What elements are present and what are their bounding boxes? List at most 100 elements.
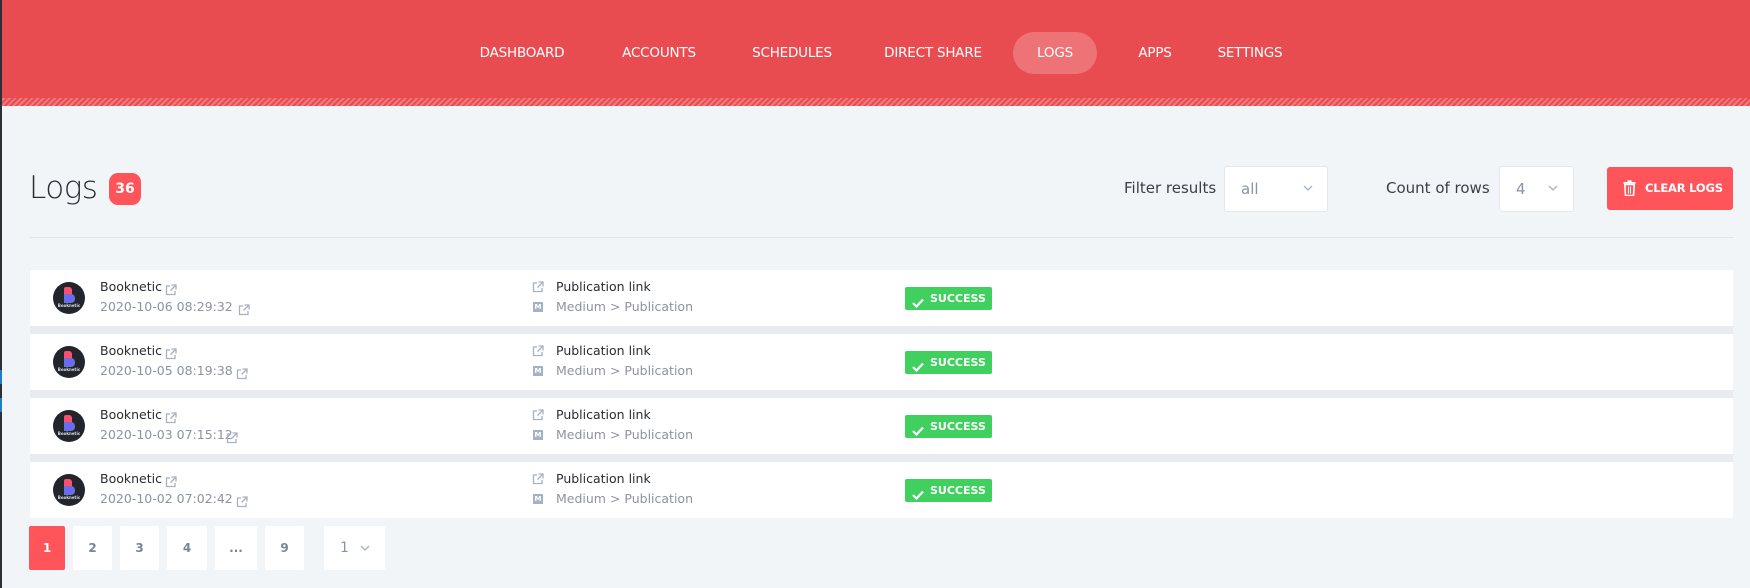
status-badge: SUCCESS xyxy=(905,351,992,374)
page-button-4[interactable]: 4 xyxy=(167,526,207,570)
page-select[interactable]: 1 xyxy=(324,526,385,570)
external-link-icon[interactable] xyxy=(236,493,248,508)
medium-icon: M xyxy=(533,430,543,440)
log-date: 2020-10-02 07:02:42 xyxy=(100,491,233,506)
filter-results-select[interactable]: all xyxy=(1224,166,1328,212)
main-nav: DASHBOARD ACCOUNTS SCHEDULES DIRECT SHAR… xyxy=(0,32,1750,74)
page-title: Logs xyxy=(29,170,98,206)
check-icon xyxy=(912,421,924,437)
account-avatar: Booknetic xyxy=(53,282,85,314)
check-icon xyxy=(912,293,924,309)
publication-source-label: Medium > Publication xyxy=(556,299,693,314)
booknetic-logo-icon-lower xyxy=(64,422,75,431)
avatar-text: Booknetic xyxy=(57,431,81,436)
external-link-icon xyxy=(532,281,544,293)
medium-icon: M xyxy=(533,366,543,376)
log-row: Booknetic Booknetic 2020-10-06 08:29:32 Pub… xyxy=(30,270,1733,326)
status-label: SUCCESS xyxy=(930,484,986,497)
header-divider xyxy=(29,237,1733,238)
row-gap xyxy=(30,326,1733,334)
booknetic-logo-icon xyxy=(64,287,72,294)
page-button-9[interactable]: 9 xyxy=(265,526,304,570)
account-avatar: Booknetic xyxy=(53,474,85,506)
account-avatar: Booknetic xyxy=(53,410,85,442)
clear-logs-button[interactable]: CLEAR LOGS xyxy=(1607,167,1733,210)
filter-results-value: all xyxy=(1241,180,1259,198)
publication-link-label[interactable]: Publication link xyxy=(556,471,651,487)
status-badge: SUCCESS xyxy=(905,415,992,438)
booknetic-logo-icon xyxy=(64,351,72,358)
log-row: Booknetic Booknetic 2020-10-02 07:02:42 Pub… xyxy=(30,462,1733,518)
external-link-icon[interactable] xyxy=(165,281,177,296)
status-badge: SUCCESS xyxy=(905,287,992,310)
status-label: SUCCESS xyxy=(930,420,986,433)
sidebar-edge-marker xyxy=(0,398,2,412)
external-link-icon[interactable] xyxy=(165,473,177,488)
publication-link-label[interactable]: Publication link xyxy=(556,343,651,359)
status-label: SUCCESS xyxy=(930,292,986,305)
log-date: 2020-10-06 08:29:32 xyxy=(100,299,233,314)
check-icon xyxy=(912,357,924,373)
account-name: Booknetic xyxy=(100,279,162,294)
publication-link-label[interactable]: Publication link xyxy=(556,279,651,295)
page-button-3[interactable]: 3 xyxy=(120,526,159,570)
publication-source-label: Medium > Publication xyxy=(556,363,693,378)
count-of-rows-value: 4 xyxy=(1516,180,1526,198)
log-row: Booknetic Booknetic 2020-10-05 08:19:38 Pub… xyxy=(30,334,1733,390)
sidebar-edge-marker xyxy=(0,370,2,384)
medium-icon: M xyxy=(533,494,543,504)
external-link-icon xyxy=(532,345,544,357)
nav-accounts[interactable]: ACCOUNTS xyxy=(604,32,714,74)
chevron-down-icon xyxy=(1303,185,1313,191)
external-link-icon[interactable] xyxy=(165,345,177,360)
log-date: 2020-10-05 08:19:38 xyxy=(100,363,233,378)
filter-results-label: Filter results xyxy=(1124,179,1217,197)
account-name: Booknetic xyxy=(100,407,162,422)
page-select-value: 1 xyxy=(340,540,349,556)
nav-direct-share[interactable]: DIRECT SHARE xyxy=(872,32,994,74)
status-badge: SUCCESS xyxy=(905,479,992,502)
external-link-icon xyxy=(532,409,544,421)
log-date: 2020-10-03 07:15:12 xyxy=(100,427,233,442)
nav-logs[interactable]: LOGS xyxy=(1013,32,1097,74)
booknetic-logo-icon-lower xyxy=(64,358,75,367)
check-icon xyxy=(912,485,924,501)
booknetic-logo-icon xyxy=(64,479,72,486)
avatar-text: Booknetic xyxy=(57,303,81,308)
account-name: Booknetic xyxy=(100,343,162,358)
avatar-text: Booknetic xyxy=(57,495,81,500)
top-header: DASHBOARD ACCOUNTS SCHEDULES DIRECT SHAR… xyxy=(0,0,1750,106)
account-avatar: Booknetic xyxy=(53,346,85,378)
nav-apps[interactable]: APPS xyxy=(1122,32,1188,74)
booknetic-logo-icon-lower xyxy=(64,294,75,303)
external-link-icon[interactable] xyxy=(226,429,238,444)
external-link-icon xyxy=(532,473,544,485)
count-of-rows-select[interactable]: 4 xyxy=(1499,166,1574,212)
publication-source-label: Medium > Publication xyxy=(556,427,693,442)
page-button-1[interactable]: 1 xyxy=(29,526,65,570)
trash-icon xyxy=(1623,180,1636,196)
log-row: Booknetic Booknetic 2020-10-03 07:15:12 Pub… xyxy=(30,398,1733,454)
publication-source-label: Medium > Publication xyxy=(556,491,693,506)
nav-settings[interactable]: SETTINGS xyxy=(1209,32,1291,74)
account-name: Booknetic xyxy=(100,471,162,486)
chevron-down-icon xyxy=(360,545,370,551)
row-gap xyxy=(30,390,1733,398)
nav-schedules[interactable]: SCHEDULES xyxy=(740,32,844,74)
avatar-text: Booknetic xyxy=(57,367,81,372)
header-stripes xyxy=(0,98,1750,106)
external-link-icon[interactable] xyxy=(165,409,177,424)
booknetic-logo-icon-lower xyxy=(64,486,75,495)
publication-link-label[interactable]: Publication link xyxy=(556,407,651,423)
sidebar-edge xyxy=(0,0,2,588)
row-gap xyxy=(30,454,1733,462)
count-of-rows-label: Count of rows xyxy=(1386,179,1490,197)
page-ellipsis[interactable]: ... xyxy=(215,526,257,570)
chevron-down-icon xyxy=(1548,185,1558,191)
page-button-2[interactable]: 2 xyxy=(73,526,112,570)
external-link-icon[interactable] xyxy=(238,301,250,316)
clear-logs-label: CLEAR LOGS xyxy=(1645,181,1723,195)
external-link-icon[interactable] xyxy=(236,365,248,380)
status-label: SUCCESS xyxy=(930,356,986,369)
nav-dashboard[interactable]: DASHBOARD xyxy=(466,32,578,74)
